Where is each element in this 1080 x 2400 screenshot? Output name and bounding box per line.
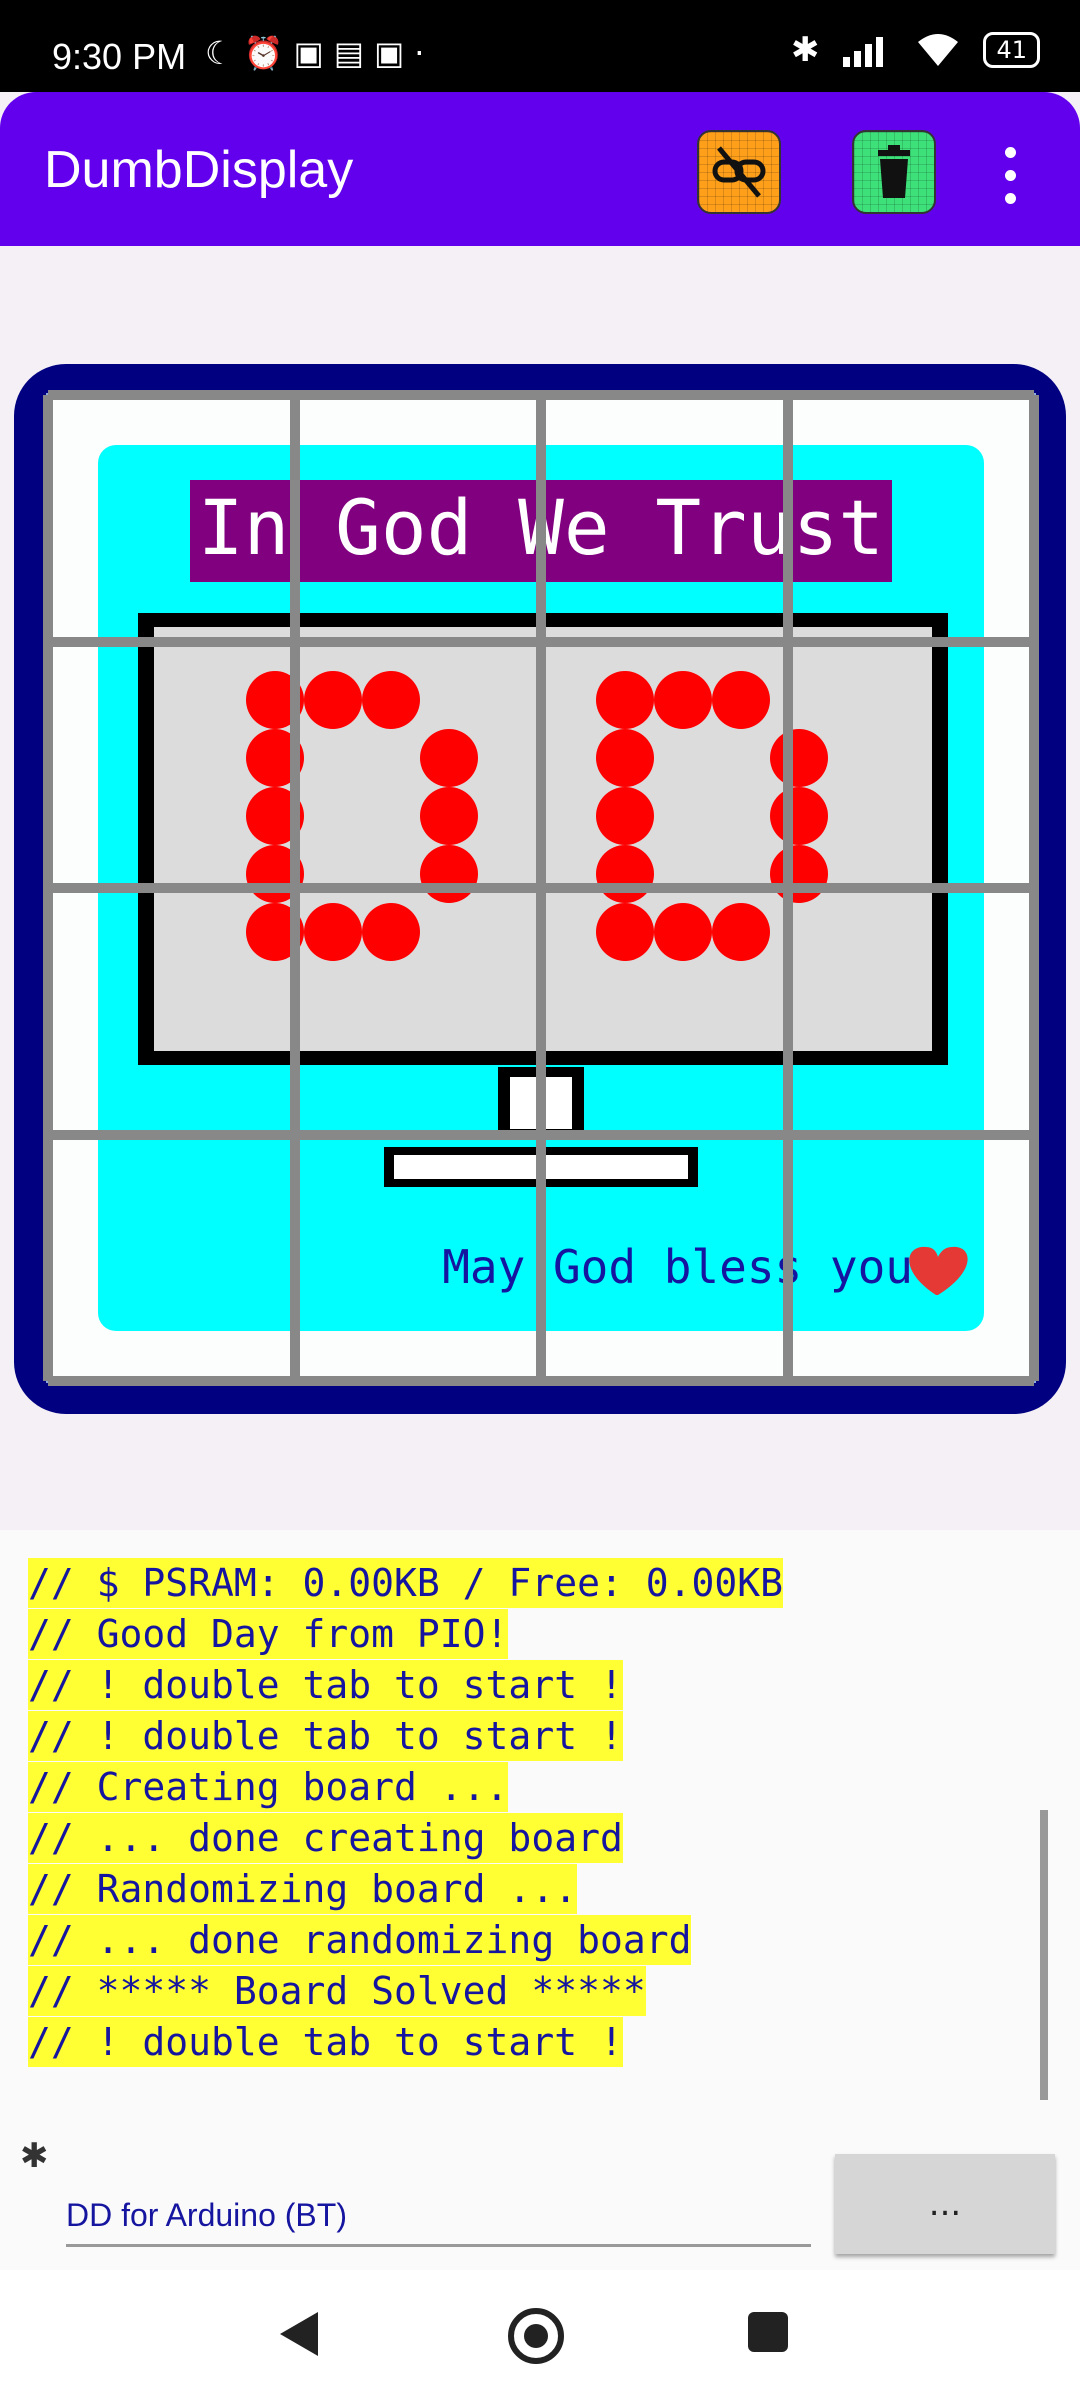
status-time: 9:30 PM (52, 36, 187, 77)
recents-icon[interactable] (748, 2312, 788, 2352)
puzzle-tile[interactable]: In God We TrustMay God bless you (294, 641, 541, 888)
alarm-icon: ⏰ (243, 34, 294, 72)
banner-text: In God We Trust (788, 483, 885, 572)
grid-line (782, 395, 793, 1381)
moon-icon: ☾ (205, 34, 244, 72)
svg-text:May God bless you: May God bless you (541, 1240, 787, 1294)
notification-icon: ▣ (293, 34, 334, 72)
puzzle-tile[interactable]: In God We TrustMay God bless you (48, 395, 294, 641)
grid-line (1029, 395, 1039, 1381)
app-title: DumbDisplay (44, 141, 354, 199)
log-line: // Randomizing board ... (28, 1864, 578, 1914)
news-icon: ▤ (333, 34, 374, 72)
puzzle-tile[interactable]: In God We TrustMay God bless you (294, 395, 541, 641)
notification-icon: ▣ (374, 34, 415, 72)
more-vert-icon[interactable] (1000, 147, 1020, 216)
grid-line (48, 1129, 1034, 1140)
home-icon[interactable] (508, 2308, 564, 2364)
disconnect-button[interactable] (697, 130, 781, 214)
puzzle-tile[interactable]: In God We TrustMay God bless you (787, 641, 1034, 888)
log-scrollbar[interactable] (1040, 1810, 1048, 2110)
puzzle-board[interactable]: In God We TrustMay God bless youIn God W… (43, 390, 1039, 1386)
status-right-icons: ✱ 41 (791, 30, 1040, 70)
bluetooth-icon: ✱ (790, 30, 820, 70)
puzzle-tile[interactable]: In God We TrustMay God bless you (48, 641, 294, 888)
log-line: // Good Day from PIO! (28, 1609, 509, 1659)
dot-icon: · (414, 34, 435, 72)
grid-line (48, 1376, 1034, 1386)
connection-bar: ✱ DD for Arduino (BT) ... (0, 2100, 1080, 2270)
log-line: // ! double tab to start ! (28, 2017, 623, 2067)
puzzle-tile[interactable]: In God We TrustMay God bless you (541, 641, 787, 888)
link-off-icon (712, 146, 766, 198)
wifi-icon (918, 34, 959, 66)
puzzle-tile[interactable]: In God We TrustMay God bless you (541, 888, 787, 1134)
puzzle-tile[interactable]: In God We TrustMay God bless you (787, 888, 1034, 1134)
clear-button[interactable] (852, 130, 936, 214)
nav-bar (0, 2270, 1080, 2400)
log-line: // ... done randomizing board (28, 1915, 692, 1965)
puzzle-tile[interactable]: In God We TrustMay God bless you (541, 1134, 787, 1381)
log-line: // ! double tab to start ! (28, 1660, 623, 1710)
bluetooth-icon: ✱ (20, 2136, 49, 2176)
app-bar: DumbDisplay (0, 92, 1080, 246)
log-line: // ... done creating board (28, 1813, 623, 1863)
status-left-icons: ☾⏰▣▤▣· (205, 34, 434, 72)
puzzle-tile[interactable]: In God We TrustMay God bless you (294, 1134, 541, 1381)
device-name: DD for Arduino (BT) (66, 2188, 811, 2247)
battery-indicator: 41 (983, 32, 1040, 68)
puzzle-tile[interactable]: In God We TrustMay God bless you (48, 888, 294, 1134)
puzzle-tile[interactable]: In God We TrustMay God bless you (787, 1134, 1034, 1381)
puzzle-tile[interactable]: In God We TrustMay God bless you (787, 395, 1034, 641)
banner-text: In God We Trust (295, 483, 541, 572)
trash-icon (878, 145, 910, 198)
status-bar: 9:30 PM ☾⏰▣▤▣· ✱ 41 (0, 0, 1080, 92)
grid-line (48, 883, 1034, 893)
log-line: // $ PSRAM: 0.00KB / Free: 0.00KB (28, 1558, 783, 1608)
puzzle-tile[interactable]: In God We TrustMay God bless you (294, 888, 541, 1134)
puzzle-tile[interactable]: In God We TrustMay God bless you (541, 395, 787, 641)
back-icon[interactable] (280, 2312, 318, 2356)
log-line: // ! double tab to start ! (28, 1711, 623, 1761)
svg-text:May God bless you: May God bless you (788, 1240, 914, 1294)
log-line: // Creating board ... (28, 1762, 509, 1812)
more-button[interactable]: ... (835, 2154, 1055, 2254)
banner-text: In God We Trust (198, 483, 294, 572)
log-line: // ***** Board Solved ***** (28, 1966, 646, 2016)
signal-icon (843, 37, 884, 67)
puzzle-tile[interactable]: In God We TrustMay God bless you (48, 1134, 294, 1381)
svg-text:May God bless you: May God bless you (442, 1240, 540, 1294)
banner-text: In God We Trust (541, 483, 787, 572)
log-panel[interactable]: // $ PSRAM: 0.00KB / Free: 0.00KB// Good… (0, 1530, 1080, 2110)
